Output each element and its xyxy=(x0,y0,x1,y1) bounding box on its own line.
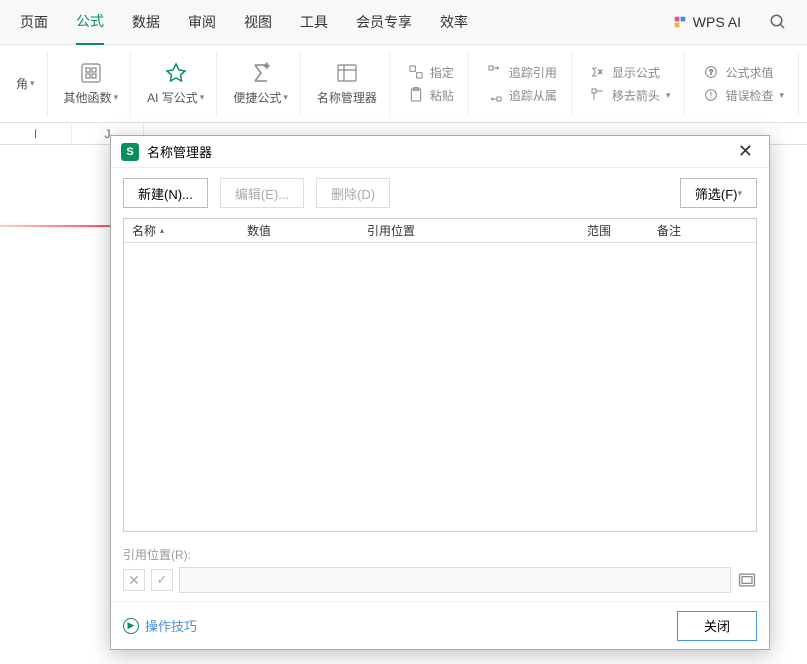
reference-section: 引用位置(R): ✕ ✓ xyxy=(111,542,769,601)
trace-ref-button[interactable]: 追踪引用 xyxy=(487,64,557,81)
ref-cancel-button: ✕ xyxy=(123,569,145,591)
tab-tools[interactable]: 工具 xyxy=(300,0,328,44)
sigma-icon: + xyxy=(249,61,273,85)
svg-text:?: ? xyxy=(709,68,713,77)
tab-view[interactable]: 视图 xyxy=(244,0,272,44)
dialog-toolbar: 新建(N)... 编辑(E)... 删除(D) 筛选(F) ▾ xyxy=(111,168,769,218)
eval-icon: ? xyxy=(703,64,719,80)
remove-arrows-icon xyxy=(590,87,606,103)
remove-arrows-button[interactable]: 移去箭头▾ xyxy=(590,87,671,104)
tab-member[interactable]: 会员专享 xyxy=(356,0,412,44)
search-icon[interactable] xyxy=(769,13,787,31)
th-scope[interactable]: 范围 xyxy=(579,219,649,242)
trace-ref-icon xyxy=(487,64,503,80)
tab-review[interactable]: 审阅 xyxy=(188,0,216,44)
angle-button[interactable]: 角▾ xyxy=(12,71,39,96)
name-manager-button[interactable]: 名称管理器 xyxy=(313,57,381,110)
trace-dep-icon xyxy=(487,87,503,103)
tips-link[interactable]: ▶ 操作技巧 xyxy=(123,616,197,635)
tab-data[interactable]: 数据 xyxy=(132,0,160,44)
name-manager-icon xyxy=(335,61,359,85)
wps-ai-icon xyxy=(673,15,687,29)
dialog-title: 名称管理器 xyxy=(147,142,212,161)
specify-icon xyxy=(408,64,424,80)
table-header: 名称▴ 数值 引用位置 范围 备注 xyxy=(124,219,756,243)
function-icon xyxy=(79,61,103,85)
table-body xyxy=(124,243,756,531)
ref-confirm-button: ✓ xyxy=(151,569,173,591)
filter-button[interactable]: 筛选(F) ▾ xyxy=(680,178,757,208)
ai-icon xyxy=(164,61,188,85)
tab-formula[interactable]: 公式 xyxy=(76,0,104,45)
show-formula-button[interactable]: x显示公式 xyxy=(590,64,671,81)
dialog-titlebar: S 名称管理器 ✕ xyxy=(111,136,769,168)
th-name[interactable]: 名称▴ xyxy=(124,219,239,242)
column-header-i[interactable]: I xyxy=(0,123,72,144)
ribbon-toolbar: 角▾ 其他函数▾ AI 写公式▾ + 便捷公式▾ 名称管理器 指定 粘贴 xyxy=(0,45,807,123)
quick-formula-button[interactable]: + 便捷公式▾ xyxy=(229,57,292,110)
play-icon: ▶ xyxy=(123,618,139,634)
ai-formula-button[interactable]: AI 写公式▾ xyxy=(143,57,208,110)
delete-button: 删除(D) xyxy=(316,178,390,208)
close-icon[interactable]: ✕ xyxy=(732,139,759,164)
svg-text:+: + xyxy=(264,61,269,71)
paste-button[interactable]: 粘贴 xyxy=(408,87,454,104)
dialog-footer: ▶ 操作技巧 关闭 xyxy=(111,601,769,649)
tab-page[interactable]: 页面 xyxy=(20,0,48,44)
menu-tabs: 页面 公式 数据 审阅 视图 工具 会员专享 效率 WPS AI xyxy=(0,0,807,45)
show-formula-icon: x xyxy=(590,64,606,80)
collapse-dialog-icon[interactable] xyxy=(737,570,757,590)
dialog-app-icon: S xyxy=(121,143,139,161)
other-functions-button[interactable]: 其他函数▾ xyxy=(60,57,123,110)
reference-input[interactable] xyxy=(179,567,731,593)
th-ref[interactable]: 引用位置 xyxy=(359,219,579,242)
names-table: 名称▴ 数值 引用位置 范围 备注 xyxy=(123,218,757,532)
name-manager-dialog: S 名称管理器 ✕ 新建(N)... 编辑(E)... 删除(D) 筛选(F) … xyxy=(110,135,770,650)
error-check-button[interactable]: 错误检查▾ xyxy=(703,87,784,104)
new-button[interactable]: 新建(N)... xyxy=(123,178,208,208)
th-value[interactable]: 数值 xyxy=(239,219,359,242)
close-button[interactable]: 关闭 xyxy=(677,611,757,641)
edit-button: 编辑(E)... xyxy=(220,178,304,208)
trace-dep-button[interactable]: 追踪从属 xyxy=(487,87,557,104)
reference-label: 引用位置(R): xyxy=(123,546,757,563)
formula-eval-button[interactable]: ?公式求值 xyxy=(703,64,784,81)
specify-button[interactable]: 指定 xyxy=(408,64,454,81)
wps-ai-button[interactable]: WPS AI xyxy=(673,14,741,30)
paste-icon xyxy=(408,87,424,103)
error-check-icon xyxy=(703,87,719,103)
wps-ai-label: WPS AI xyxy=(693,14,741,30)
tab-efficiency[interactable]: 效率 xyxy=(440,0,468,44)
svg-text:x: x xyxy=(599,68,603,75)
th-note[interactable]: 备注 xyxy=(649,219,756,242)
